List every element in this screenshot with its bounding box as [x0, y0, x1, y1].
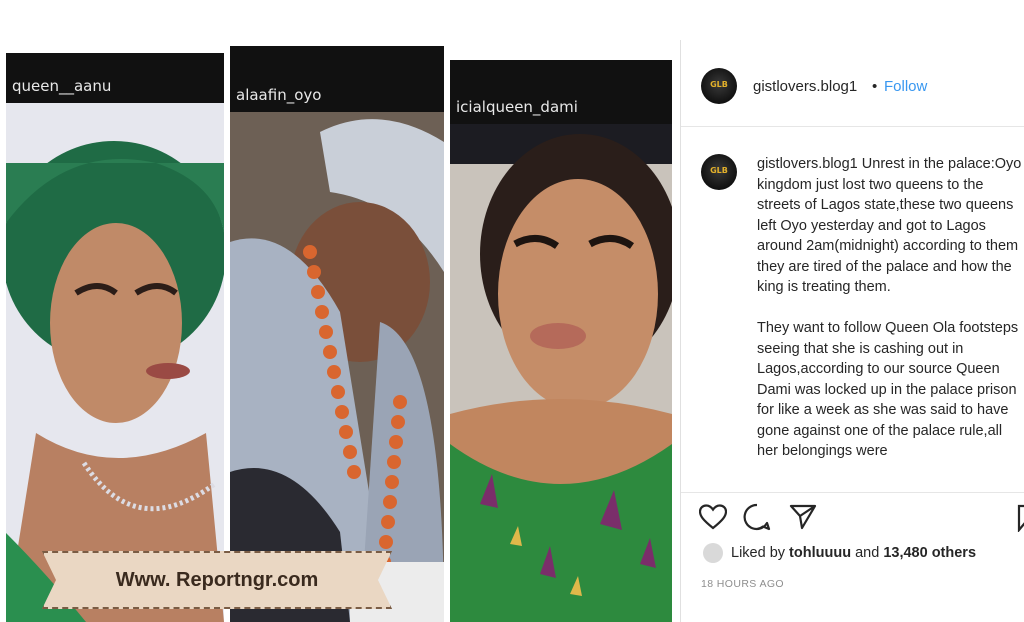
- caption-avatar[interactable]: GLB: [701, 154, 737, 190]
- panel-header: icialqueen_dami: [450, 60, 672, 124]
- share-icon[interactable]: [789, 504, 817, 530]
- account-avatar[interactable]: GLB: [701, 68, 737, 104]
- follow-button[interactable]: Follow: [884, 78, 927, 95]
- panel-header: queen__aanu: [6, 53, 224, 103]
- photo-alaafin-oyo: [230, 112, 444, 622]
- post-timestamp: 18 HOURS AGO: [701, 578, 784, 590]
- portrait-illustration: [6, 103, 224, 622]
- comment-icon[interactable]: [743, 503, 771, 531]
- watermark-banner: Www. Reportngr.com: [42, 551, 392, 609]
- liker-avatar[interactable]: [703, 543, 723, 563]
- likes-summary: Liked by tohluuuu and 13,480 others: [731, 545, 977, 561]
- post-caption: gistlovers.blog1 Unrest in the palace:Oy…: [757, 154, 1024, 490]
- liker-username[interactable]: tohluuuu: [789, 545, 851, 561]
- bookmark-icon[interactable]: [1017, 504, 1024, 532]
- likes-count[interactable]: 13,480 others: [883, 545, 976, 561]
- watermark-text: Www. Reportngr.com: [115, 569, 319, 591]
- header-divider: [681, 126, 1024, 127]
- caption-text: Unrest in the palace:Oyo kingdom just lo…: [757, 156, 1022, 459]
- photo-queen-aanu: [6, 103, 224, 622]
- panel-username: icialqueen_dami: [456, 98, 578, 116]
- actions-divider: [681, 492, 1024, 493]
- panel-username: queen__aanu: [12, 77, 112, 95]
- photo-panel-alaafin-oyo: alaafin_oyo: [230, 46, 444, 622]
- photo-panel-queen-aanu: queen__aanu: [6, 53, 224, 622]
- account-username[interactable]: gistlovers.blog1: [753, 78, 857, 95]
- instagram-post-panel: GLB gistlovers.blog1 • Follow GLB gistlo…: [680, 40, 1024, 622]
- panel-username: alaafin_oyo: [236, 86, 322, 104]
- heart-icon[interactable]: [699, 504, 727, 530]
- panel-header: alaafin_oyo: [230, 46, 444, 112]
- portrait-illustration: [450, 124, 672, 622]
- photo-panel-queen-dami: icialqueen_dami: [450, 60, 672, 622]
- caption-username[interactable]: gistlovers.blog1: [757, 156, 858, 172]
- separator-dot: •: [872, 78, 878, 95]
- portrait-illustration: [230, 112, 444, 622]
- photo-queen-dami: [450, 124, 672, 622]
